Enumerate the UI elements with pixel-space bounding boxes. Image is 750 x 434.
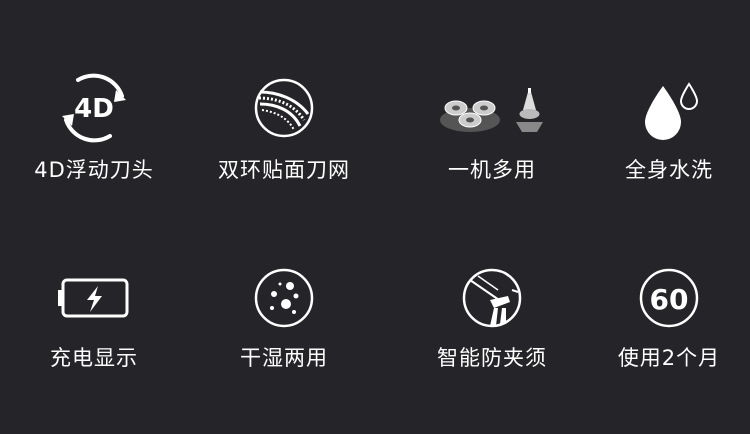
sixty-text: 60 <box>650 283 689 316</box>
double-ring-blade-icon <box>254 78 314 138</box>
feature-label: 4D浮动刀头 <box>34 158 154 182</box>
feature-charging-display: 充电显示 <box>0 262 188 372</box>
feature-grid: 4D 4D浮动刀头 双环贴面刀网 一机多用 全身水洗 充电显示 干湿两用 智能防… <box>0 0 750 434</box>
feature-double-ring-blade: 双环贴面刀网 <box>190 70 378 184</box>
wet-dry-icon <box>254 268 314 328</box>
feature-anti-pinch: 智能防夹须 <box>398 262 586 372</box>
anti-pinch-blade-icon <box>462 268 522 328</box>
feature-two-months-use: 60 使用2个月 <box>575 262 750 372</box>
feature-label: 充电显示 <box>50 346 138 370</box>
feature-wet-dry: 干湿两用 <box>190 262 378 372</box>
feature-label: 全身水洗 <box>625 158 713 182</box>
sixty-days-icon: 60 <box>639 268 699 328</box>
4d-rotate-icon: 4D <box>62 73 126 143</box>
water-drop-icon <box>645 82 699 140</box>
feature-label: 智能防夹须 <box>437 346 547 370</box>
feature-full-body-washable: 全身水洗 <box>575 70 750 184</box>
feature-label: 一机多用 <box>448 158 536 182</box>
feature-label: 干湿两用 <box>240 346 328 370</box>
4d-text: 4D <box>74 94 114 124</box>
multi-head-shaver-icon <box>440 88 543 132</box>
battery-charge-icon <box>58 278 129 318</box>
feature-label: 双环贴面刀网 <box>218 158 350 182</box>
feature-label: 使用2个月 <box>617 346 721 370</box>
feature-4d-floating-head: 4D 4D浮动刀头 <box>0 70 188 184</box>
feature-multi-purpose: 一机多用 <box>398 70 586 184</box>
